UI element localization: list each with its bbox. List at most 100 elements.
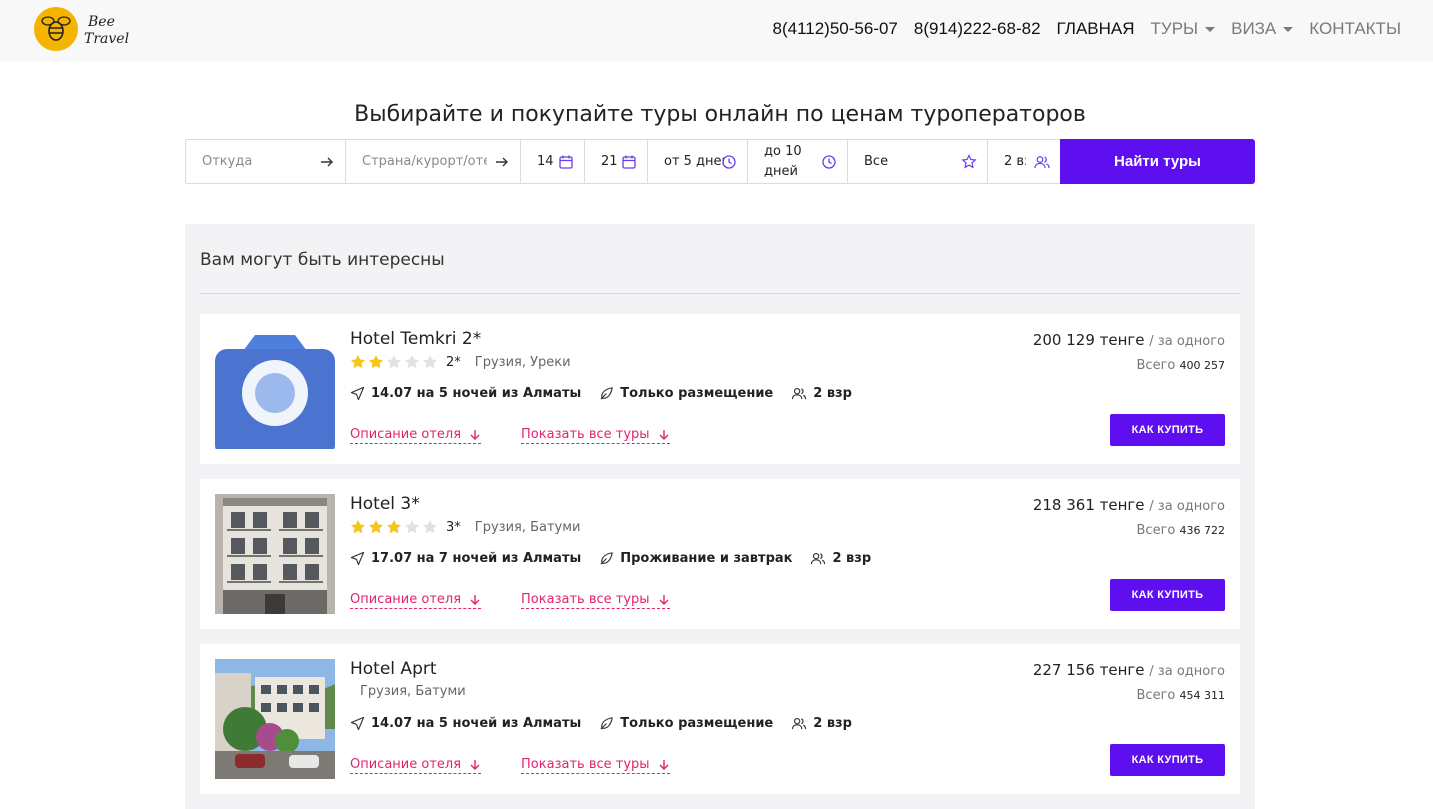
nights-to-field[interactable]: до 10 дней [747,139,847,184]
hotel-category-field[interactable]: Все [847,139,987,184]
phone-link-1[interactable]: 8(4112)50-56-07 [773,19,898,39]
from-placeholder: Откуда [202,154,253,169]
star-empty-icon [405,520,419,534]
date-to-field[interactable]: 21 [584,139,647,184]
link-label: Показать все туры [521,757,650,772]
tour-details: 14.07 на 5 ночей из Алматы Только размещ… [350,716,870,731]
star-empty-icon [423,355,437,369]
hotel-photo[interactable] [215,494,335,614]
nights-to-value: до 10 дней [764,143,802,179]
hotel-meta: 2* Грузия, Уреки [350,354,571,370]
hotel-stars-label: 2* [446,354,461,370]
hotel-photo-placeholder[interactable] [215,329,335,449]
hotel-category-value: Все [864,154,889,169]
tour-details: 14.07 на 5 ночей из Алматы Только размещ… [350,386,870,401]
guests-text: 2 взр [813,716,852,731]
show-all-tours-link[interactable]: Показать все туры [521,757,670,774]
star-outline-icon [961,154,977,169]
hotel-region: Грузия, Батуми [360,684,466,699]
section-title: Вам могут быть интересны [200,250,445,270]
nav-home[interactable]: ГЛАВНАЯ [1057,19,1135,39]
link-label: Описание отеля [350,757,462,772]
total-label: Всего [1136,358,1176,373]
price-value: 227 156 тенге [1032,661,1145,679]
card-links: Описание отеля Показать все туры [350,757,710,774]
svg-text:Bee: Bee [87,14,115,30]
show-all-tours-link[interactable]: Показать все туры [521,592,670,609]
hotel-description-link[interactable]: Описание отеля [350,757,482,774]
hotel-name[interactable]: Hotel Temkri 2* [350,329,481,349]
hotel-name[interactable]: Hotel Aprt [350,659,437,679]
total-price: Всего 454 311 [1137,688,1226,703]
star-filled-icon [351,355,365,369]
price-value: 200 129 тенге [1032,331,1145,349]
meal-text: Только размещение [620,716,774,731]
hotel-region: Грузия, Батуми [474,519,581,535]
caret-down-icon [1205,26,1216,32]
arrow-down-icon [470,760,480,770]
nav-tours-dropdown[interactable]: ТУРЫ [1151,19,1216,39]
price-per: / за одного [1149,499,1225,514]
caret-down-icon [1283,26,1294,32]
link-label: Описание отеля [350,427,462,442]
how-to-buy-button[interactable]: КАК КУПИТЬ [1110,414,1225,446]
nav-visa-dropdown[interactable]: ВИЗА [1231,19,1294,39]
date-from-value: 14 [537,154,554,169]
meal-text: Проживание и завтрак [620,551,793,566]
hotel-photo[interactable] [215,659,335,779]
recommendations-section: Вам могут быть интересны Hotel Temkri 2*… [185,224,1255,809]
how-to-buy-button[interactable]: КАК КУПИТЬ [1110,744,1225,776]
link-label: Показать все туры [521,592,650,607]
destination-placeholder: Страна/курорт/отель [362,154,487,169]
nights-from-field[interactable]: от 5 дней [647,139,747,184]
guests-text: 2 взр [832,551,872,566]
clock-icon [722,155,736,169]
phone-link-2[interactable]: 8(914)222-68-82 [914,19,1041,39]
card-links: Описание отеля Показать все туры [350,592,710,609]
clock-icon [822,155,836,169]
arrow-right-icon [496,157,508,167]
hotel-description-link[interactable]: Описание отеля [350,427,482,444]
guests-info: 2 взр [791,386,852,401]
hotel-description-link[interactable]: Описание отеля [350,592,482,609]
nav-contacts[interactable]: КОНТАКТЫ [1309,19,1401,39]
users-icon [792,717,807,730]
how-to-buy-button[interactable]: КАК КУПИТЬ [1110,579,1225,611]
calendar-icon [559,155,573,169]
total-value: 400 257 [1179,359,1226,372]
link-label: Описание отеля [350,592,462,607]
nav-tours-label: ТУРЫ [1150,19,1199,38]
nav-visa-label: ВИЗА [1231,19,1277,38]
hotel-meta: Грузия, Батуми [350,684,466,699]
brand-logo[interactable]: Bee Travel [34,6,130,52]
navbar: Bee Travel 8(4112)50-56-07 8(914)222-68-… [0,0,1433,62]
date-from-field[interactable]: 14 [520,139,584,184]
total-value: 454 311 [1179,689,1226,702]
trip-info: 14.07 на 5 ночей из Алматы [350,386,581,401]
star-filled-icon [369,520,383,534]
guests-value: 2 вз [1004,154,1026,169]
star-filled-icon [387,520,401,534]
navigation-icon [350,551,365,566]
price-block: 218 361 тенге / за одного [1033,496,1225,514]
find-tours-button[interactable]: Найти туры [1060,139,1255,184]
from-field[interactable]: Откуда [185,139,345,184]
hotel-exterior-image [215,659,335,779]
star-empty-icon [423,520,437,534]
arrow-down-icon [659,760,669,770]
star-filled-icon [369,355,383,369]
hotel-name[interactable]: Hotel 3* [350,494,420,514]
navigation-icon [350,716,365,731]
users-icon [811,552,826,565]
users-icon [1034,156,1050,169]
arrow-down-icon [659,595,669,605]
trip-text: 14.07 на 5 ночей из Алматы [371,716,582,731]
guests-field[interactable]: 2 вз [987,139,1060,184]
trip-info: 17.07 на 7 ночей из Алматы [350,551,581,566]
arrow-down-icon [470,430,480,440]
navigation-icon [350,386,365,401]
destination-field[interactable]: Страна/курорт/отель [345,139,520,184]
star-filled-icon [351,520,365,534]
show-all-tours-link[interactable]: Показать все туры [521,427,670,444]
star-rating [350,519,438,535]
